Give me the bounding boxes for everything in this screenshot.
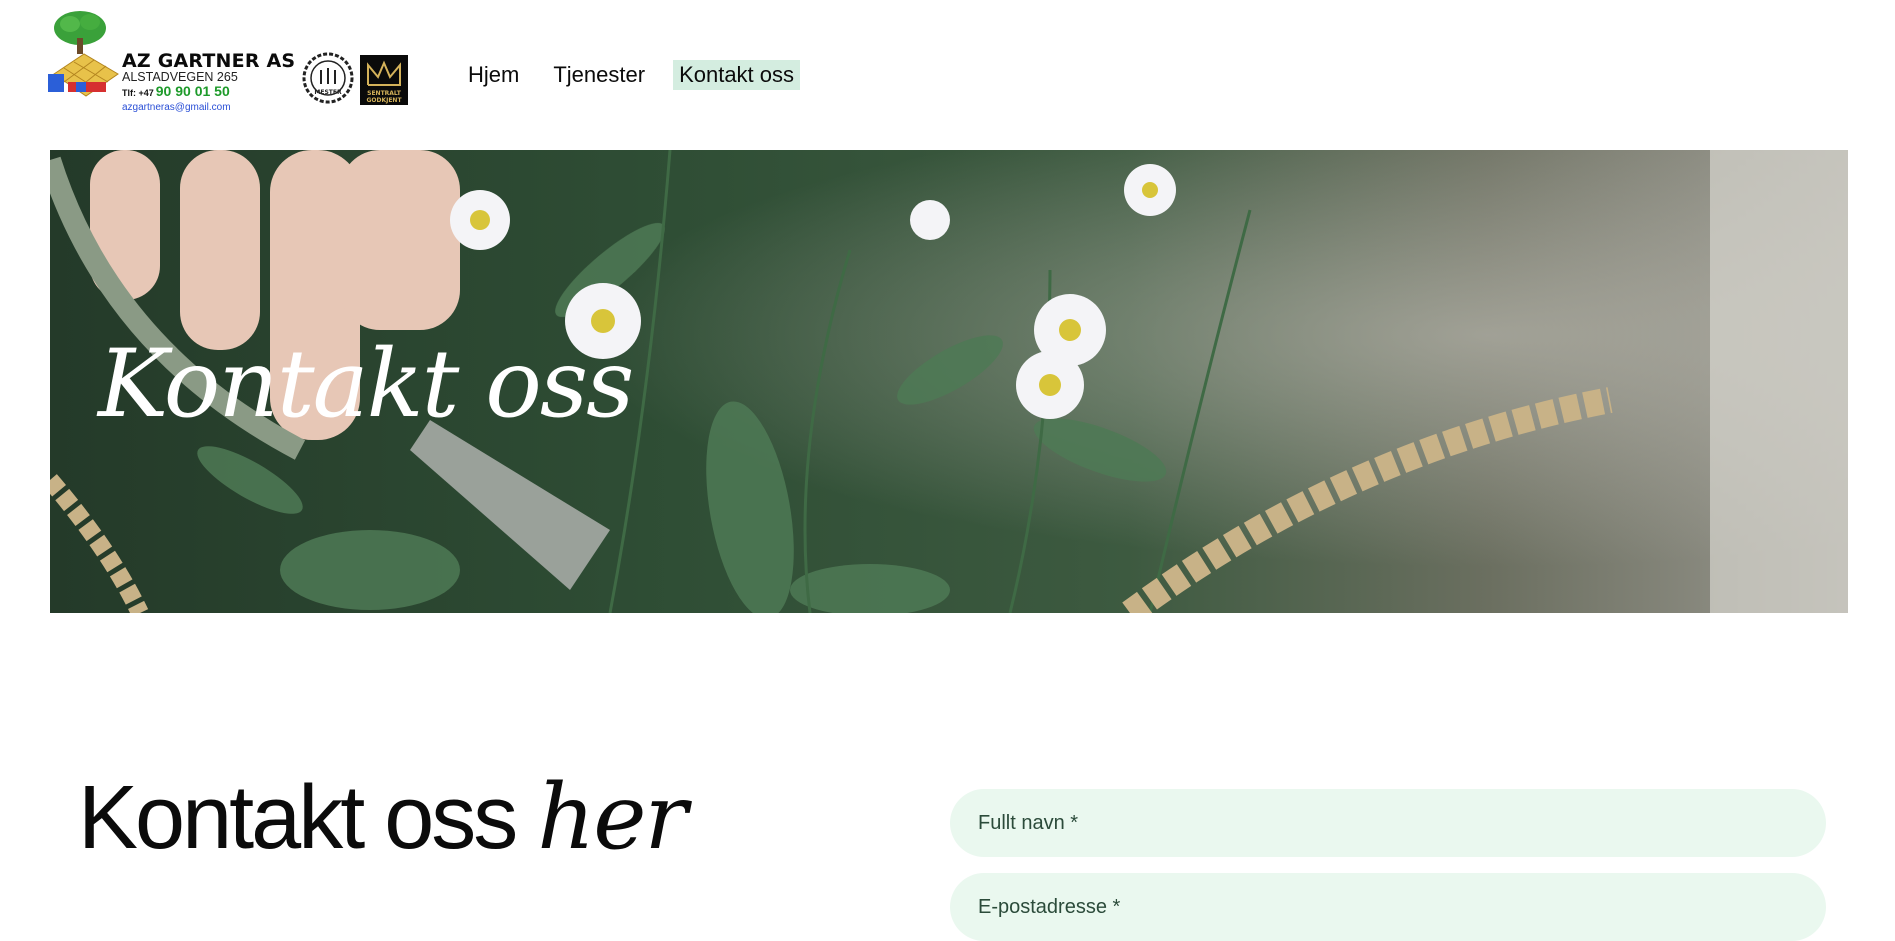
full-name-placeholder: Fullt navn * xyxy=(978,811,1079,834)
brand-phone: Tlf: +47 90 90 01 50 xyxy=(122,83,230,99)
phone-prefix: Tlf: +47 xyxy=(122,88,154,98)
house-logo-icon xyxy=(48,53,119,97)
brand-name: AZ GARTNER AS xyxy=(122,50,296,72)
sentralt-godkjent-badge: SENTRALT GODKJENT xyxy=(360,55,408,105)
contact-heading-emphasis: her xyxy=(537,765,687,870)
crown-icon xyxy=(367,60,401,86)
mester-badge-icon: MESTER xyxy=(302,52,354,104)
hero-banner: Kontakt oss xyxy=(50,150,1848,613)
company-logo[interactable]: AZ GARTNER AS ALSTADVEGEN 265 Tlf: +47 90… xyxy=(44,10,295,113)
full-name-field[interactable]: Fullt navn * xyxy=(950,789,1826,857)
contact-heading: Kontakt oss her xyxy=(78,765,688,870)
tree-icon xyxy=(54,11,106,54)
brand-address: ALSTADVEGEN 265 xyxy=(122,70,238,84)
main-nav: Hjem Tjenester Kontakt oss xyxy=(462,60,801,90)
brand-email: azgartneras@gmail.com xyxy=(122,102,231,113)
contact-heading-main: Kontakt oss xyxy=(78,768,518,868)
nav-item-hjem[interactable]: Hjem xyxy=(462,60,525,90)
sentralt-line1: SENTRALT xyxy=(367,90,401,97)
site-header: AZ GARTNER AS ALSTADVEGEN 265 Tlf: +47 90… xyxy=(0,0,1895,150)
hero-title: Kontakt oss xyxy=(98,330,634,439)
sentralt-line2: GODKJENT xyxy=(366,97,402,104)
mester-badge-text: MESTER xyxy=(314,89,342,96)
nav-item-tjenester[interactable]: Tjenester xyxy=(547,60,651,90)
email-field[interactable]: E-postadresse * xyxy=(950,873,1826,941)
phone-number: 90 90 01 50 xyxy=(155,83,230,99)
email-placeholder: E-postadresse * xyxy=(978,895,1121,918)
nav-item-kontakt-oss[interactable]: Kontakt oss xyxy=(673,60,801,90)
